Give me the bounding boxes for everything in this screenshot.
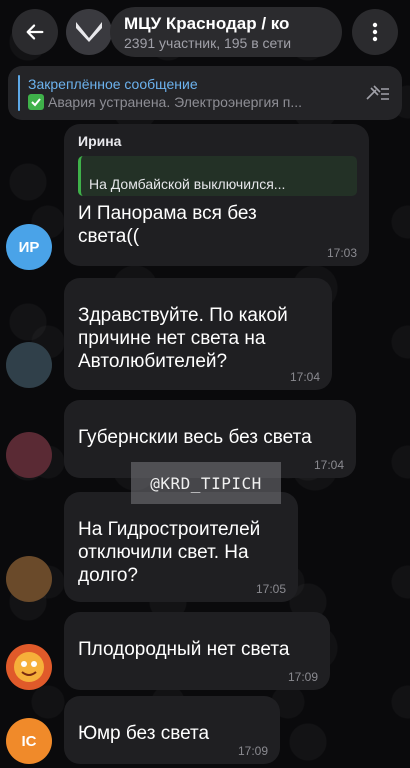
sender-name [78,620,318,638]
message-time: 17:09 [237,744,268,758]
avatar[interactable] [6,556,52,602]
more-vertical-icon [372,22,378,42]
reply-preview[interactable]: На Домбайской выключился... [78,156,357,196]
message-text: И Панорама вся без света(( [78,203,257,247]
sender-name [78,286,320,304]
sender-name: Ирина [78,133,122,149]
message-text: Юмр без света [78,723,210,744]
pinned-list-icon[interactable] [362,83,392,103]
message-time: 17:04 [313,458,344,472]
logo-icon [76,22,102,42]
message-time: 17:09 [287,670,318,684]
message-bubble[interactable]: Здравствуйте. По какой причине нет света… [64,278,332,390]
chat-avatar[interactable] [66,9,112,55]
message-time: 17:05 [255,582,286,596]
chat-title-area[interactable]: МЦУ Краснодар / ко 2391 участник, 195 в … [110,7,342,57]
chat-header: МЦУ Краснодар / ко 2391 участник, 195 в … [0,0,410,64]
message-text: На Гидростроителей отключили свет. На до… [78,519,261,586]
message-text: Здравствуйте. По какой причине нет света… [78,305,288,372]
avatar[interactable]: ИР [6,224,52,270]
watermark: @KRD_TIPICH [131,462,281,504]
cartoon-face-icon [14,652,44,682]
reply-text: На Домбайской выключился... [89,176,286,192]
chat-title: МЦУ Краснодар / ко [124,14,290,33]
message-time: 17:04 [289,370,320,384]
message-time: 17:03 [326,246,357,260]
message-text: Плодородный нет света [78,639,290,660]
sender-name [78,704,268,722]
pinned-indicator [18,75,20,111]
pinned-message[interactable]: Закреплённое сообщение Авария устранена.… [8,66,402,120]
pinned-label: Закреплённое сообщение [28,76,198,92]
message-text: Губернскии весь без света [78,427,312,448]
avatar[interactable] [6,342,52,388]
back-button[interactable] [12,9,58,55]
more-button[interactable] [352,9,398,55]
message-bubble[interactable]: На Гидростроителей отключили свет. На до… [64,492,298,602]
avatar[interactable]: IC [6,718,52,764]
arrow-left-icon [26,24,44,40]
chat-subtitle: 2391 участник, 195 в сети [124,35,292,51]
message-bubble[interactable]: Юмр без света 17:09 [64,696,280,764]
pinned-text: Авария устранена. Электроэнергия п... [48,94,303,110]
avatar[interactable] [6,644,52,690]
message-bubble[interactable]: Плодородный нет света 17:09 [64,612,330,690]
check-mark-icon [28,94,44,110]
reply-sender [89,160,349,176]
sender-name [78,408,344,426]
message-bubble[interactable]: Ирина На Домбайской выключился... И Пано… [64,124,369,266]
avatar[interactable] [6,432,52,478]
